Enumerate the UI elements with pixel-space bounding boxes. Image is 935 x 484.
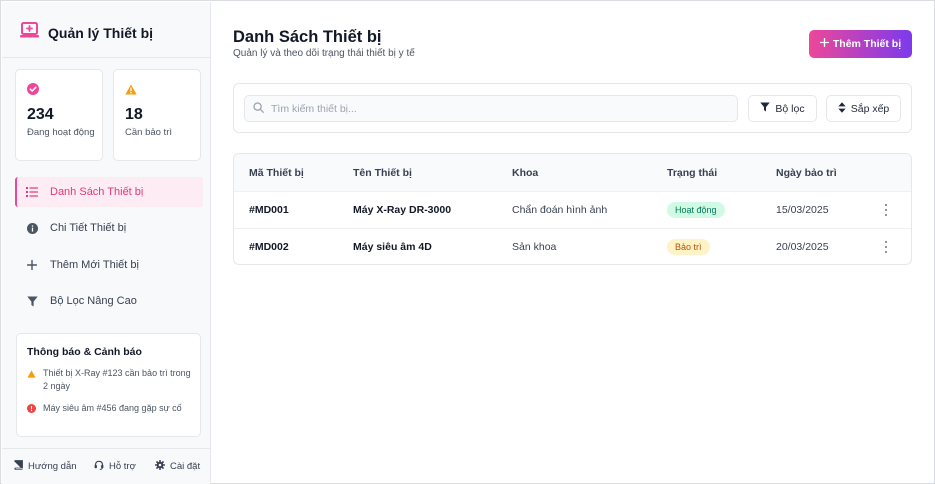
sidebar-item-label: Danh Sách Thiết bị [50, 186, 144, 198]
notifications-panel: Thông báo & Cảnh báo Thiết bị X-Ray #123… [16, 333, 201, 437]
column-header-maintenance-date[interactable]: Ngày bảo trì [776, 167, 837, 179]
brand[interactable]: Quản lý Thiết bị [20, 22, 153, 44]
notification-item[interactable]: Thiết bị X-Ray #123 cần bảo trì trong 2 … [27, 367, 192, 393]
headset-icon [94, 460, 104, 473]
book-icon [14, 460, 23, 473]
toolbar: Bộ lọc Sắp xếp [233, 83, 912, 133]
sort-label: Sắp xếp [850, 102, 890, 115]
info-circle-icon [26, 222, 38, 234]
notifications-title: Thông báo & Cảnh báo [27, 346, 142, 358]
sidebar-item-add-device[interactable]: Thêm Mới Thiết bị [15, 250, 203, 280]
add-device-label: Thêm Thiết bị [832, 38, 902, 50]
stat-value: 18 [125, 106, 143, 123]
stat-label: Đang hoạt động [27, 127, 95, 138]
cell-maintenance-date: 20/03/2025 [776, 241, 829, 253]
add-device-button[interactable]: Thêm Thiết bị [809, 30, 912, 58]
support-link[interactable]: Hỗ trợ [94, 460, 136, 473]
plus-icon [26, 259, 38, 271]
cell-id: #MD001 [249, 204, 289, 216]
settings-link[interactable]: Cài đặt [155, 460, 200, 473]
device-table: Mã Thiết bị Tên Thiết bị Khoa Trạng thái… [233, 153, 912, 265]
sort-button[interactable]: Sắp xếp [826, 95, 901, 122]
search-icon [253, 100, 264, 118]
cell-name: Máy siêu âm 4D [353, 241, 432, 253]
help-label: Hướng dẫn [28, 461, 77, 472]
warning-triangle-icon [125, 82, 137, 100]
cell-name: Máy X-Ray DR-3000 [353, 204, 452, 216]
check-circle-icon [27, 82, 39, 100]
cell-department: Sản khoa [512, 241, 557, 253]
column-header-status[interactable]: Trạng thái [667, 167, 717, 179]
more-options-icon[interactable] [880, 240, 892, 254]
page-subtitle: Quản lý và theo dõi trạng thái thiết bị … [233, 48, 415, 59]
table-row[interactable]: #MD001 Máy X-Ray DR-3000 Chẩn đoán hình … [234, 192, 911, 229]
sidebar-item-label: Chi Tiết Thiết bị [50, 222, 127, 234]
list-icon [26, 186, 38, 198]
sidebar-item-advanced-filter[interactable]: Bộ Lọc Nâng Cao [15, 286, 203, 316]
notification-text: Thiết bị X-Ray #123 cần bảo trì trong 2 … [43, 368, 191, 391]
status-badge: Bảo trì [667, 239, 710, 255]
cell-id: #MD002 [249, 241, 289, 253]
page-title: Danh Sách Thiết bị [233, 28, 382, 46]
gear-icon [155, 460, 165, 473]
sidebar-item-label: Thêm Mới Thiết bị [50, 259, 139, 271]
support-label: Hỗ trợ [109, 461, 136, 472]
column-header-department[interactable]: Khoa [512, 167, 538, 179]
header-placeholder-box [701, 27, 801, 65]
table-header: Mã Thiết bị Tên Thiết bị Khoa Trạng thái… [234, 154, 911, 192]
sidebar: Quản lý Thiết bị 234 Đang hoạt động 18 C… [2, 2, 211, 484]
warning-triangle-icon [27, 369, 36, 393]
notification-text: Máy siêu âm #456 đang gặp sự cố [43, 403, 182, 413]
search-input[interactable] [271, 102, 711, 115]
more-options-icon[interactable] [880, 203, 892, 217]
error-circle-icon [27, 404, 36, 417]
app-window: Quản lý Thiết bị 234 Đang hoạt động 18 C… [0, 0, 935, 484]
laptop-medical-icon [20, 22, 39, 44]
sidebar-item-device-list[interactable]: Danh Sách Thiết bị [15, 177, 203, 207]
filter-button[interactable]: Bộ lọc [748, 95, 817, 122]
sort-icon [838, 101, 846, 116]
sidebar-footer-divider [2, 448, 211, 449]
filter-icon [760, 102, 771, 115]
cell-maintenance-date: 15/03/2025 [776, 204, 829, 216]
brand-title: Quản lý Thiết bị [48, 25, 154, 41]
filter-label: Bộ lọc [775, 102, 805, 115]
column-header-id[interactable]: Mã Thiết bị [249, 167, 304, 179]
notification-item[interactable]: Máy siêu âm #456 đang gặp sự cố [27, 402, 192, 417]
column-header-name[interactable]: Tên Thiết bị [353, 167, 412, 179]
plus-icon [819, 37, 830, 50]
sidebar-divider [2, 57, 211, 58]
filter-icon [26, 295, 38, 307]
search-box[interactable] [244, 95, 738, 122]
stat-label: Cần bảo trì [125, 127, 172, 138]
sidebar-item-label: Bộ Lọc Nâng Cao [50, 295, 137, 307]
help-link[interactable]: Hướng dẫn [14, 460, 77, 473]
status-badge: Hoạt động [667, 202, 725, 218]
settings-label: Cài đặt [170, 461, 201, 472]
sidebar-item-device-detail[interactable]: Chi Tiết Thiết bị [15, 213, 203, 243]
stat-card-maintenance: 18 Cần bảo trì [113, 69, 201, 161]
stat-card-active: 234 Đang hoạt động [15, 69, 103, 161]
table-row[interactable]: #MD002 Máy siêu âm 4D Sản khoa Bảo trì 2… [234, 229, 911, 264]
stat-value: 234 [27, 106, 54, 123]
cell-department: Chẩn đoán hình ảnh [512, 204, 608, 216]
